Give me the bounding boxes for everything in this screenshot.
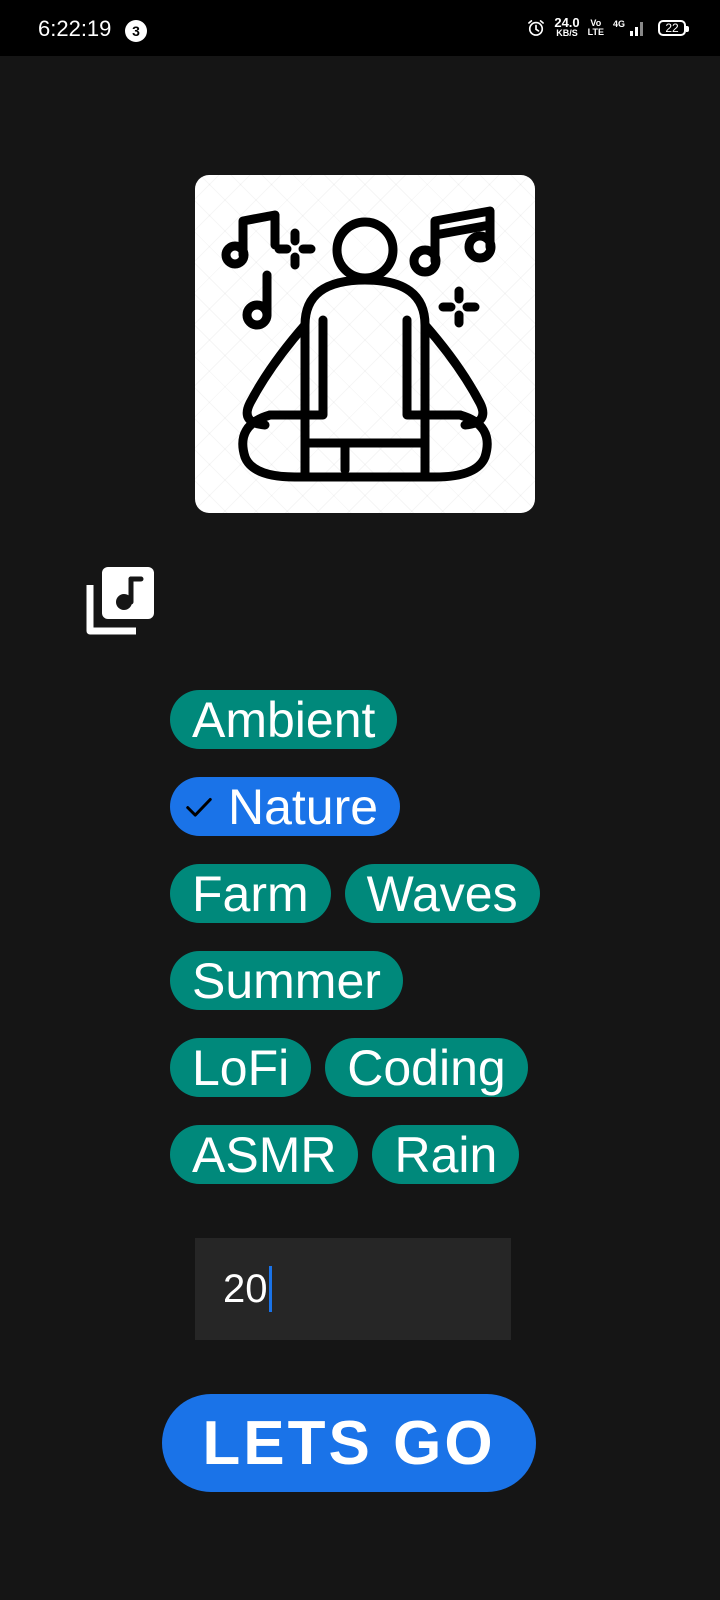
chip-label: LoFi [192,1039,290,1096]
status-icons: 24.0 KB/S Vo LTE 4G 22 [526,14,689,42]
duration-input-value: 20 [223,1266,268,1311]
chip-label: Waves [366,865,518,922]
alarm-icon [528,20,545,36]
meditation-music-icon [221,206,496,482]
volte-indicator: Vo LTE [588,19,604,37]
chip-row: ASMR Rain [170,1125,590,1184]
cell-signal-icon: 4G [613,19,643,36]
chip-label: Ambient [192,691,376,748]
chip-row: Farm Waves [170,864,590,923]
network-speed: 24.0 KB/S [554,15,580,39]
chip-label: Coding [347,1039,506,1096]
chip-nature[interactable]: Nature [170,777,401,836]
category-chips: Ambient Nature Farm Waves Summer LoFi Co… [170,690,590,1212]
volte-bottom: LTE [587,27,604,37]
chip-label: Rain [394,1126,498,1183]
chip-farm[interactable]: Farm [170,864,331,923]
chip-coding[interactable]: Coding [325,1038,528,1097]
chip-label: Nature [228,778,379,835]
chip-row: LoFi Coding [170,1038,590,1097]
chip-row: Ambient [170,690,590,749]
chip-rain[interactable]: Rain [372,1125,520,1184]
lets-go-button[interactable]: LETS GO [162,1394,536,1492]
chip-label: Summer [192,952,381,1009]
chip-ambient[interactable]: Ambient [170,690,398,749]
chip-waves[interactable]: Waves [344,864,540,923]
music-library-icon[interactable] [84,565,156,637]
status-bar: 6:22:19 3 24.0 KB/S Vo LTE 4G 22 [0,0,720,56]
network-type-label: 4G [613,19,625,29]
chip-asmr[interactable]: ASMR [170,1125,359,1184]
check-icon [186,797,212,817]
notification-count-badge: 3 [125,20,147,42]
network-speed-unit: KB/S [556,28,578,38]
chip-lofi[interactable]: LoFi [170,1038,312,1097]
status-time: 6:22:19 [38,16,112,41]
chip-label: ASMR [192,1126,337,1183]
duration-input[interactable]: 20 [195,1238,511,1340]
chip-row: Nature [170,777,590,836]
chip-summer[interactable]: Summer [170,951,403,1010]
battery-level: 22 [665,21,679,35]
network-speed-value: 24.0 [554,15,580,30]
text-caret [268,1266,272,1312]
chip-label: Farm [192,865,309,922]
battery-icon: 22 [658,20,689,36]
meditation-music-image [195,175,535,513]
chip-row: Summer [170,951,590,1010]
